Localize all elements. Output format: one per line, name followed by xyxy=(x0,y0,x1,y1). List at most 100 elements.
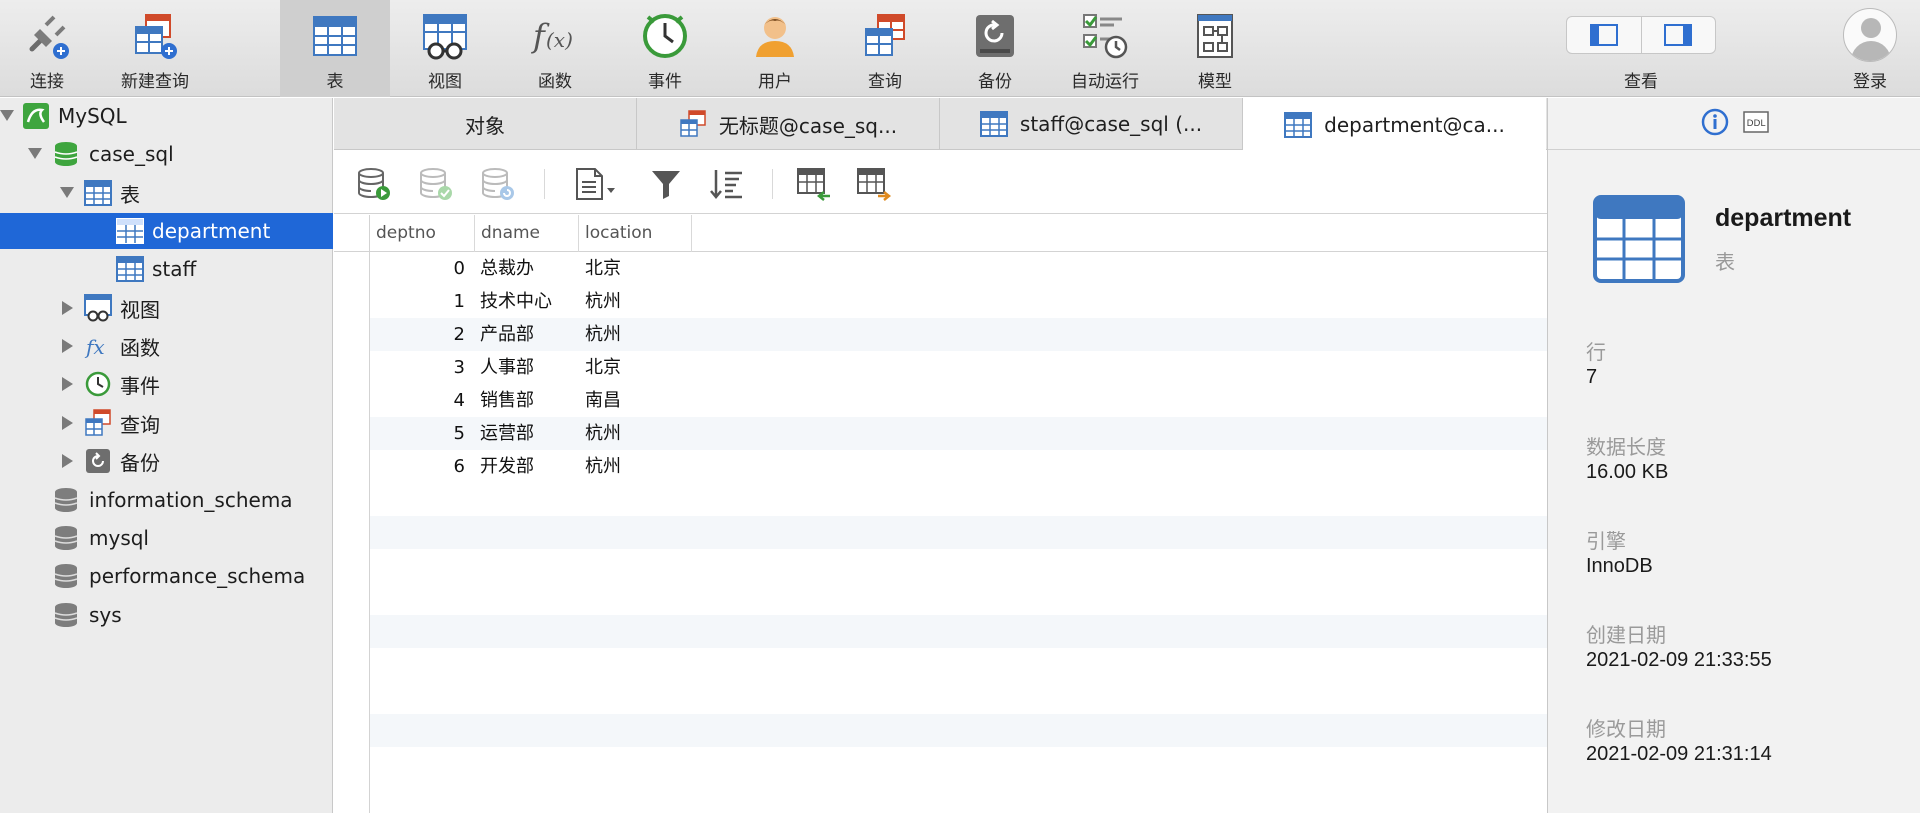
cell-deptno[interactable]: 2 xyxy=(370,318,465,351)
table-group-icon xyxy=(84,179,112,207)
sort-button[interactable] xyxy=(706,164,746,204)
tree-database-sys[interactable]: sys xyxy=(0,597,333,633)
toolbar-event-button[interactable]: 事件 xyxy=(610,0,720,97)
disclosure-collapsed-icon[interactable] xyxy=(62,377,73,391)
toolbar-user-button[interactable]: 用户 xyxy=(720,0,830,97)
disclosure-collapsed-icon[interactable] xyxy=(62,454,73,468)
login-button[interactable]: 登录 xyxy=(1815,0,1920,97)
toolbar-automation-button[interactable]: 自动运行 xyxy=(1050,0,1160,97)
tree-table-department[interactable]: department xyxy=(0,213,333,249)
toolbar-function-button[interactable]: f (x) 函数 xyxy=(500,0,610,97)
tree-database-information-schema[interactable]: information_schema xyxy=(0,482,333,518)
tree-group-views[interactable]: 视图 xyxy=(0,290,333,326)
cell-dname[interactable]: 总裁办 xyxy=(480,252,534,285)
tree-database-performance-schema[interactable]: performance_schema xyxy=(0,558,333,594)
cell-location[interactable]: 杭州 xyxy=(585,417,621,450)
table-icon xyxy=(116,217,144,245)
info-data-length-value: 16.00 KB xyxy=(1586,461,1669,483)
cell-dname[interactable]: 运营部 xyxy=(480,417,534,450)
ddl-tab-button[interactable]: DDL xyxy=(1742,110,1769,137)
table-row[interactable]: 4 销售部 南昌 xyxy=(370,384,1547,417)
column-header-dname[interactable]: dname xyxy=(475,215,579,252)
show-sidebar-toggle-button[interactable] xyxy=(1567,17,1641,53)
toolbar-view-button[interactable]: 视图 xyxy=(390,0,500,97)
show-info-panel-toggle-button[interactable] xyxy=(1640,17,1716,53)
disclosure-collapsed-icon[interactable] xyxy=(62,416,73,430)
empty-row xyxy=(370,516,1547,549)
new-query-icon xyxy=(129,10,181,62)
cell-deptno[interactable]: 0 xyxy=(370,252,465,285)
table-row[interactable]: 6 开发部 杭州 xyxy=(370,450,1547,483)
disclosure-expanded-icon[interactable] xyxy=(60,187,74,198)
cell-dname[interactable]: 技术中心 xyxy=(480,285,552,318)
tree-database-mysql[interactable]: mysql xyxy=(0,520,333,556)
disclosure-expanded-icon[interactable] xyxy=(28,148,42,159)
tree-group-tables[interactable]: 表 xyxy=(0,175,333,211)
tree-connection-mysql[interactable]: MySQL xyxy=(0,98,333,134)
cell-location[interactable]: 杭州 xyxy=(585,285,621,318)
disclosure-expanded-icon[interactable] xyxy=(0,110,14,121)
cell-location[interactable]: 北京 xyxy=(585,351,621,384)
table-icon xyxy=(979,111,1008,137)
table-row[interactable]: 3 人事部 北京 xyxy=(370,351,1547,384)
tree-group-functions[interactable]: fx 函数 xyxy=(0,328,333,364)
empty-row xyxy=(370,714,1547,747)
cell-dname[interactable]: 开发部 xyxy=(480,450,534,483)
tab-staff-table[interactable]: staff@case_sql (... xyxy=(940,98,1243,150)
cell-location[interactable]: 北京 xyxy=(585,252,621,285)
cell-location[interactable]: 杭州 xyxy=(585,318,621,351)
tree-label: 函数 xyxy=(120,335,160,360)
tab-department-table[interactable]: department@ca... xyxy=(1243,98,1546,151)
table-row[interactable]: 2 产品部 杭州 xyxy=(370,318,1547,351)
cell-deptno[interactable]: 4 xyxy=(370,384,465,417)
backup-icon xyxy=(969,10,1021,62)
tree-group-events[interactable]: 事件 xyxy=(0,366,333,402)
filter-button[interactable] xyxy=(646,164,686,204)
toolbar-label: 表 xyxy=(326,72,344,92)
cell-dname[interactable]: 产品部 xyxy=(480,318,534,351)
cell-dname[interactable]: 销售部 xyxy=(480,384,534,417)
tree-table-staff[interactable]: staff xyxy=(0,251,333,287)
database-rollback-icon xyxy=(482,168,514,200)
tree-label: case_sql xyxy=(89,142,174,166)
info-tab-button[interactable] xyxy=(1701,108,1729,140)
info-object-name: department xyxy=(1715,204,1852,232)
toolbar-label: 连接 xyxy=(30,72,64,92)
toolbar-new-query-button[interactable]: 新建查询 xyxy=(100,0,210,97)
disclosure-collapsed-icon[interactable] xyxy=(62,339,73,353)
cell-deptno[interactable]: 5 xyxy=(370,417,465,450)
tree-group-queries[interactable]: 查询 xyxy=(0,405,333,441)
cell-location[interactable]: 南昌 xyxy=(585,384,621,417)
table-row[interactable]: 1 技术中心 杭州 xyxy=(370,285,1547,318)
cell-deptno[interactable]: 6 xyxy=(370,450,465,483)
export-button[interactable] xyxy=(854,164,894,204)
toolbar-query-button[interactable]: 查询 xyxy=(830,0,940,97)
cell-deptno[interactable]: 1 xyxy=(370,285,465,318)
column-header-location[interactable]: location xyxy=(579,215,692,252)
disclosure-collapsed-icon[interactable] xyxy=(62,301,73,315)
text-view-dropdown-button[interactable] xyxy=(570,164,622,204)
tab-untitled-query[interactable]: 无标题@case_sq... xyxy=(637,98,940,150)
tree-database-case-sql[interactable]: case_sql xyxy=(0,136,333,172)
toolbar-model-button[interactable]: 模型 xyxy=(1160,0,1270,97)
import-button[interactable] xyxy=(794,164,834,204)
cell-deptno[interactable]: 3 xyxy=(370,351,465,384)
toolbar-connect-button[interactable]: 连接 xyxy=(0,0,102,97)
column-header-deptno[interactable]: deptno xyxy=(370,215,475,252)
backup-icon xyxy=(84,447,112,475)
table-row[interactable]: 5 运营部 杭州 xyxy=(370,417,1547,450)
table-row[interactable]: 0 总裁办 北京 xyxy=(370,252,1547,285)
tab-objects[interactable]: 对象 xyxy=(334,98,637,150)
grid-header: deptno dname location xyxy=(334,215,1547,252)
toolbar-table-button[interactable]: 表 xyxy=(280,0,390,97)
rollback-button[interactable] xyxy=(478,164,518,204)
large-table-icon xyxy=(1593,195,1685,283)
begin-transaction-button[interactable] xyxy=(354,164,394,204)
ddl-icon: DDL xyxy=(1742,110,1769,133)
cell-dname[interactable]: 人事部 xyxy=(480,351,534,384)
cell-location[interactable]: 杭州 xyxy=(585,450,621,483)
commit-button[interactable] xyxy=(416,164,456,204)
tree-group-backups[interactable]: 备份 xyxy=(0,443,333,479)
toolbar-backup-button[interactable]: 备份 xyxy=(940,0,1050,97)
main-toolbar: 连接 新建查询 表 视图 f (x) 函数 事件 用户 查询 备份 自动运行 模… xyxy=(0,0,1920,97)
